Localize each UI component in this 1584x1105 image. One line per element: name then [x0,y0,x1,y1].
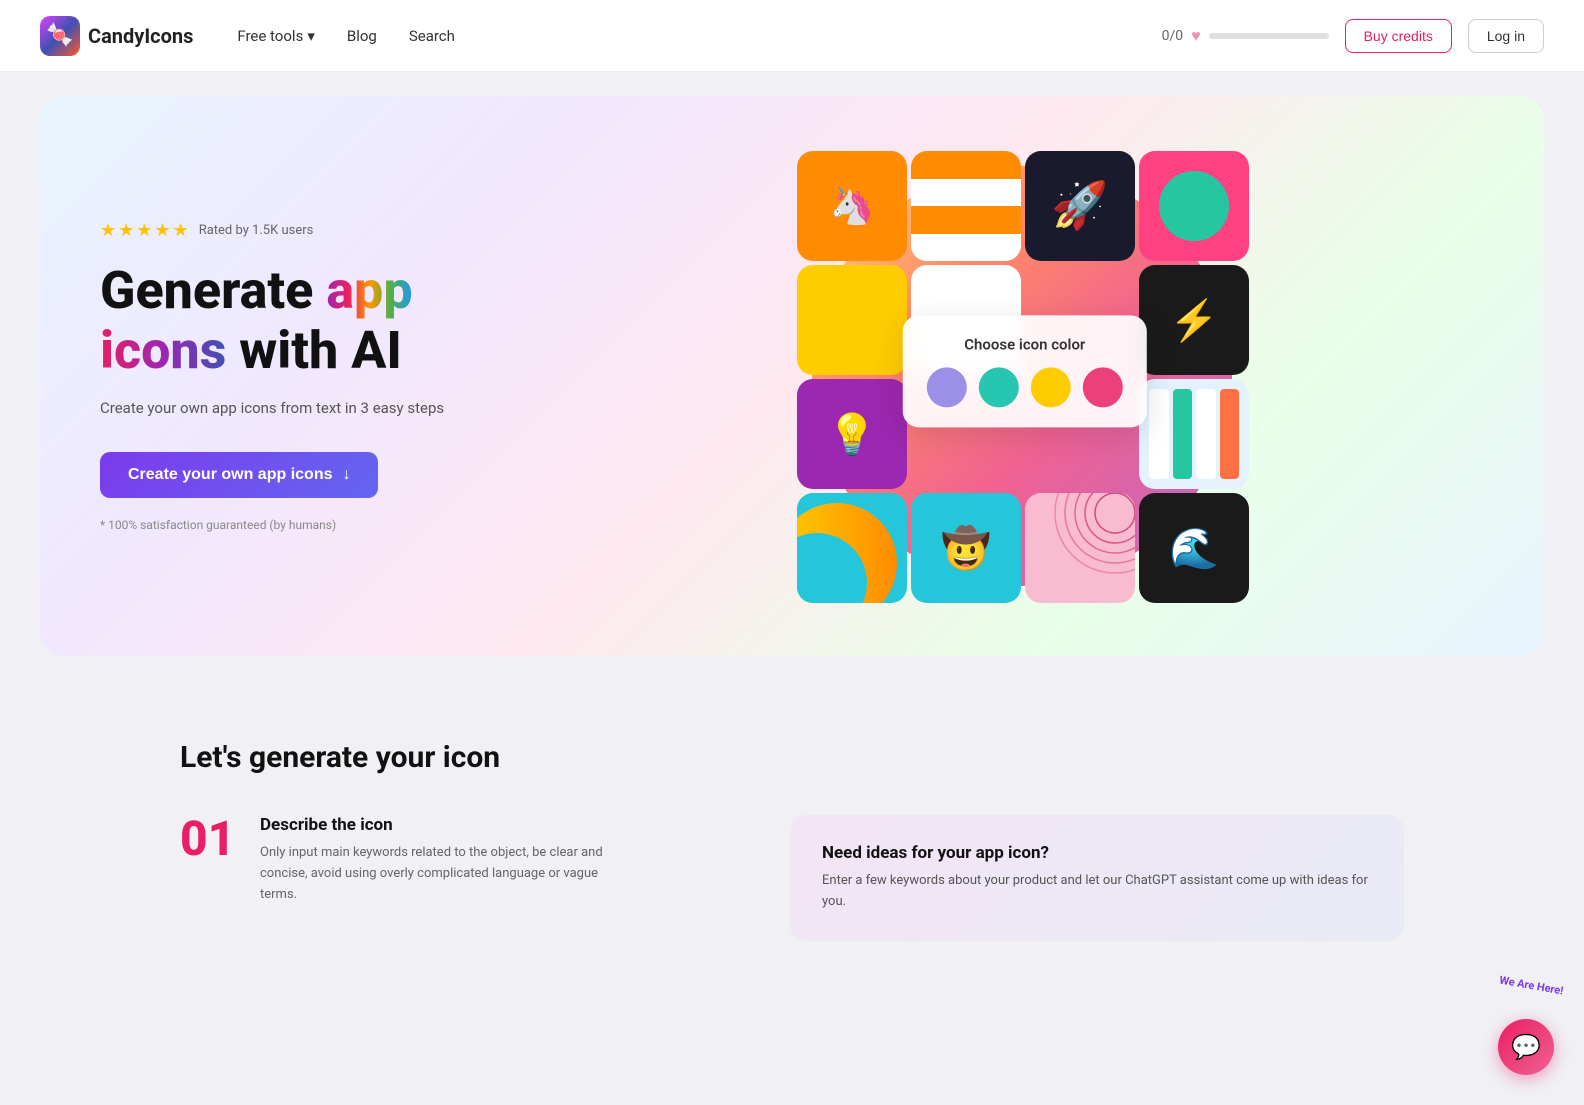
grid-cell-circle-pink [1139,151,1249,261]
color-options [927,367,1123,407]
guarantee-text: * 100% satisfaction guaranteed (by human… [100,518,480,532]
hero-content: ★★★★★ Rated by 1.5K users Generate app i… [40,160,540,591]
hero-title-icons: icons [100,320,226,381]
grid-cell-wizard: 🤠 [911,493,1021,603]
logo-icon: 🍬 [40,16,80,56]
color-picker-overlay: Choose icon color [903,315,1147,427]
grid-cell-blocks [797,265,907,375]
icon-grid-wrapper: 🦄 🚀 [782,136,1262,616]
grid-cell-paint: 💡 [797,379,907,489]
generate-section: Let's generate your icon 01 Describe the… [0,680,1584,1001]
buy-credits-button[interactable]: Buy credits [1345,19,1452,53]
grid-cell-wave: 🌊 [1139,493,1249,603]
step-1-number: 01 [180,815,240,905]
color-option-pink[interactable] [1083,367,1123,407]
logo-link[interactable]: 🍬 CandyIcons [40,16,193,56]
grid-cell-lightning: ⚡ [1139,265,1249,375]
color-picker-title: Choose icon color [927,335,1123,353]
color-option-teal[interactable] [979,367,1019,407]
navbar: 🍬 CandyIcons Free tools ▾ Blog Search 0/… [0,0,1584,72]
arrow-down-icon: ↓ [342,466,350,484]
ideas-title: Need ideas for your app icon? [822,843,1372,863]
ideas-box: Need ideas for your app icon? Enter a fe… [790,815,1404,941]
rating-text: Rated by 1.5K users [199,223,314,238]
heart-icon: ♥ [1191,26,1201,46]
create-icons-button[interactable]: Create your own app icons ↓ [100,452,378,498]
grid-cell-unicorn: 🦄 [797,151,907,261]
credits-info: 0/0 ♥ [1162,26,1329,46]
grid-cell-stripes [911,151,1021,261]
grid-cell-stripes-v [1139,379,1249,489]
steps-row: 01 Describe the icon Only input main key… [180,815,1404,941]
color-option-purple[interactable] [927,367,967,407]
hero-visual: 🦄 🚀 [540,96,1544,656]
step-1: 01 Describe the icon Only input main key… [180,815,730,905]
credits-count: 0/0 [1162,28,1184,44]
nav-blog[interactable]: Blog [335,21,389,51]
hero-title: Generate app icons with AI [100,261,480,381]
color-option-yellow[interactable] [1031,367,1071,407]
nav-right: 0/0 ♥ Buy credits Log in [1162,19,1544,53]
grid-cell-arc [797,493,907,603]
step-1-heading: Describe the icon [260,815,620,835]
hero-title-app: app [326,260,412,321]
hero-subtitle: Create your own app icons from text in 3… [100,397,480,420]
nav-search[interactable]: Search [397,21,467,51]
grid-cell-rocket: 🚀 [1025,151,1135,261]
login-button[interactable]: Log in [1468,19,1544,53]
credits-bar [1209,33,1329,39]
chevron-down-icon: ▾ [307,27,315,45]
stars: ★★★★★ [100,220,191,241]
logo-text: CandyIcons [88,24,193,48]
hero-rating: ★★★★★ Rated by 1.5K users [100,220,480,241]
step-1-content: Describe the icon Only input main keywor… [260,815,620,905]
hero-section: ★★★★★ Rated by 1.5K users Generate app i… [40,96,1544,656]
nav-free-tools[interactable]: Free tools ▾ [225,21,326,51]
chat-button[interactable]: 💬 [1498,1019,1554,1075]
nav-links: Free tools ▾ Blog Search [225,21,1161,51]
icon-grid: 🦄 🚀 [797,151,1277,603]
ideas-desc: Enter a few keywords about your product … [822,871,1372,913]
step-1-desc: Only input main keywords related to the … [260,843,620,905]
section-title: Let's generate your icon [180,740,1404,775]
grid-cell-rings [1025,493,1135,603]
we-are-here-widget: We Are Here! 💬 [1498,1019,1554,1075]
